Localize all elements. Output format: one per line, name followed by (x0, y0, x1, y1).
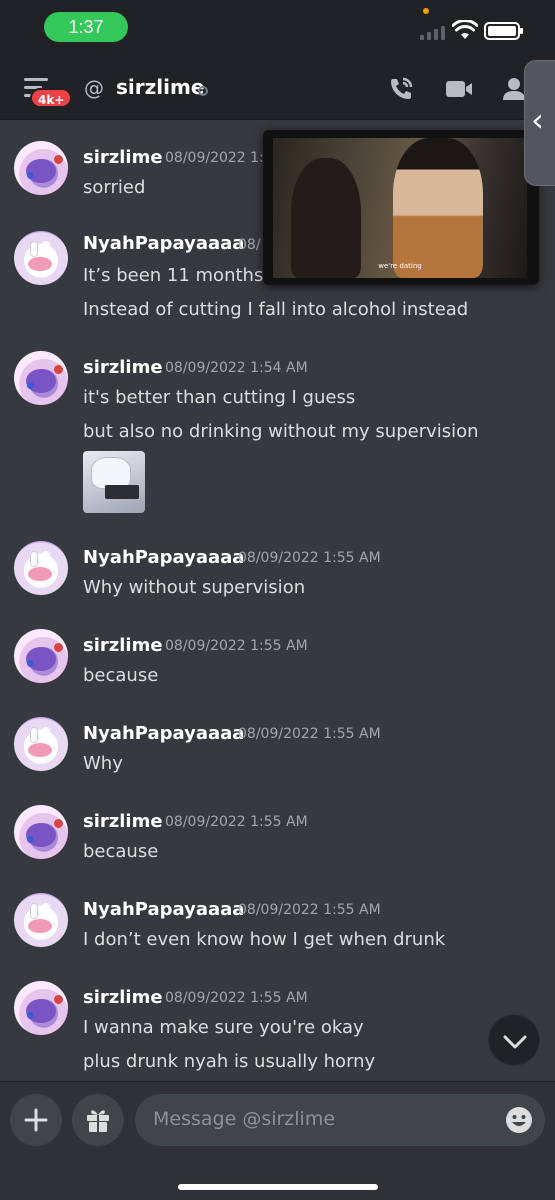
dm-header: 4k+ @ sirzlime (0, 56, 555, 120)
avatar[interactable] (14, 981, 68, 1035)
avatar[interactable] (14, 231, 68, 285)
message-input-placeholder: Message @sirzlime (153, 1108, 336, 1130)
author-name[interactable]: sirzlime (83, 811, 163, 832)
message-text: Instead of cutting I fall into alcohol i… (83, 299, 469, 320)
image-attachment[interactable] (83, 451, 145, 513)
author-name[interactable]: sirzlime (83, 987, 163, 1008)
at-icon: @ (84, 76, 104, 100)
picture-in-picture-video[interactable]: we're dating (263, 130, 539, 285)
author-name[interactable]: sirzlime (83, 147, 163, 168)
avatar[interactable] (14, 717, 68, 771)
gift-icon (87, 1110, 109, 1132)
home-indicator[interactable] (178, 1184, 378, 1190)
video-frame: we're dating (273, 138, 527, 278)
status-time: 1:37 (44, 12, 128, 42)
avatar[interactable] (14, 141, 68, 195)
add-attachment-button[interactable] (10, 1094, 62, 1146)
message-timestamp: 08/09/2022 1:55 AM (165, 990, 308, 1006)
pip-collapse-handle[interactable]: ‹ (524, 60, 555, 186)
wifi-icon (452, 20, 478, 39)
message-text: sorried (83, 177, 146, 198)
message-text: because (83, 665, 159, 686)
gift-button[interactable] (72, 1094, 124, 1146)
message-text: plus drunk nyah is usually horny (83, 1051, 376, 1072)
plus-icon (24, 1108, 48, 1132)
message-timestamp: 08/09/2022 1:55 AM (165, 638, 308, 654)
dm-title[interactable]: sirzlime (116, 75, 204, 99)
avatar[interactable] (14, 351, 68, 405)
emoji-icon[interactable] (505, 1106, 533, 1134)
video-subtitle: we're dating (378, 262, 422, 270)
author-name[interactable]: NyahPapayaaaa (83, 233, 244, 254)
video-figure (291, 158, 361, 278)
avatar[interactable] (14, 893, 68, 947)
message-text: because (83, 841, 159, 862)
message-timestamp: 08/09/2022 1:55 AM (238, 726, 381, 742)
author-name[interactable]: sirzlime (83, 635, 163, 656)
jump-to-bottom-button[interactable] (488, 1014, 540, 1066)
cellular-signal-icon (420, 24, 448, 40)
message-text: Why without supervision (83, 577, 306, 598)
message-timestamp: 08/09/2022 1:54 AM (165, 360, 308, 376)
message-text: but also no drinking without my supervis… (83, 421, 479, 442)
chevron-left-icon: ‹ (531, 101, 544, 139)
video-figure (393, 138, 483, 278)
message-text: Why (83, 753, 123, 774)
video-icon[interactable] (444, 74, 474, 104)
author-name[interactable]: sirzlime (83, 357, 163, 378)
unread-badge: 4k+ (30, 88, 73, 108)
avatar[interactable] (14, 805, 68, 859)
message-timestamp: 08/09/2022 1:55 AM (165, 814, 308, 830)
message-timestamp: 08/09/2022 1:55 AM (238, 550, 381, 566)
author-name[interactable]: NyahPapayaaaa (83, 723, 244, 744)
message-text: it's better than cutting I guess (83, 387, 356, 408)
avatar[interactable] (14, 629, 68, 683)
call-icon[interactable] (386, 74, 416, 104)
avatar[interactable] (14, 541, 68, 595)
chevron-down-icon (503, 1035, 527, 1049)
message-input-bar: Message @sirzlime (0, 1081, 555, 1200)
message-timestamp: 08/09/2022 1:55 AM (238, 902, 381, 918)
message-timestamp: 08/09/2022 1:5 (165, 150, 273, 166)
privacy-indicator-dot (423, 8, 429, 14)
author-name[interactable]: NyahPapayaaaa (83, 547, 244, 568)
message-text: It’s been 11 months (83, 265, 264, 286)
message-text: I wanna make sure you're okay (83, 1017, 364, 1038)
offline-status-icon (198, 86, 208, 96)
message-input[interactable]: Message @sirzlime (135, 1094, 545, 1146)
author-name[interactable]: NyahPapayaaaa (83, 899, 244, 920)
message-timestamp: 08/ (238, 237, 261, 253)
battery-icon (484, 22, 523, 40)
status-bar: 1:37 (0, 0, 555, 56)
message-text: I don’t even know how I get when drunk (83, 929, 446, 950)
